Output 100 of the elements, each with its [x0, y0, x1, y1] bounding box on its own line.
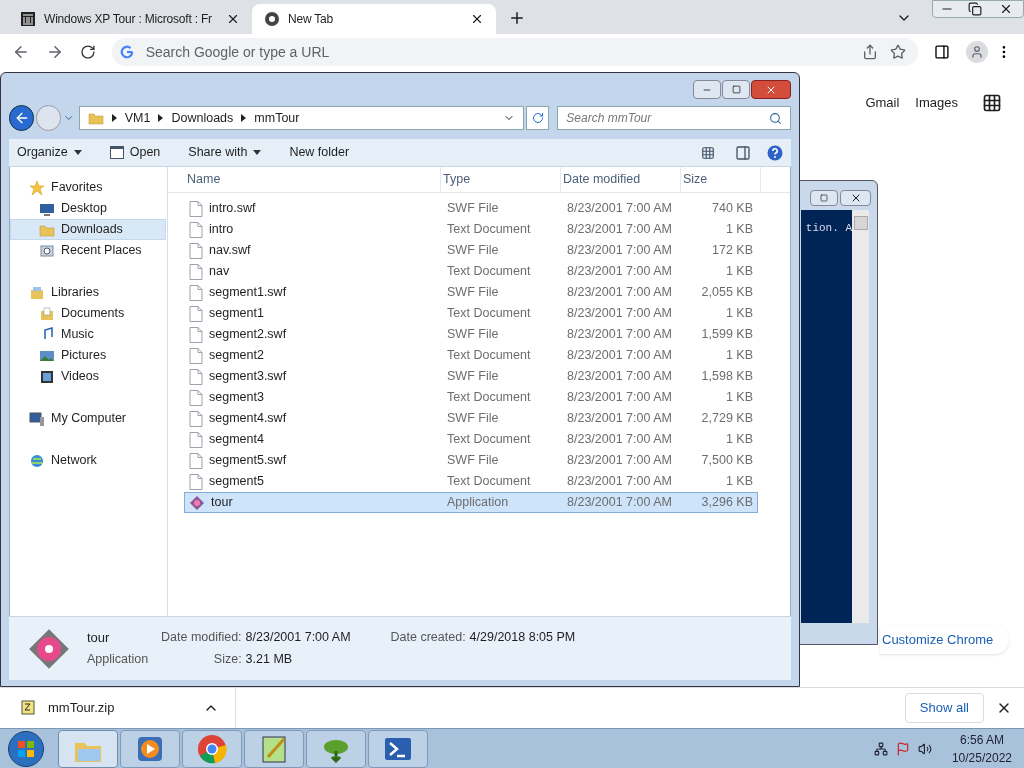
console-text: tion. A — [805, 221, 852, 236]
toolbar-button[interactable]: New folder — [289, 143, 350, 162]
file-name: segment5 — [209, 473, 264, 491]
file-row[interactable]: intro Text Document 8/23/2001 7:00 AM 1 KB — [184, 219, 758, 240]
file-type: Text Document — [446, 389, 532, 407]
file-type: Text Document — [446, 431, 532, 449]
file-type: Text Document — [446, 305, 532, 323]
clock-date[interactable]: 10/25/2022 — [951, 748, 1012, 767]
nav-item[interactable]: Recent Places — [10, 240, 166, 261]
nav-item[interactable]: Favorites — [10, 177, 166, 198]
nav-item[interactable]: Libraries — [10, 282, 166, 303]
nav-item[interactable]: Videos — [10, 366, 166, 387]
details-value: 4/29/2018 8:05 PM — [469, 629, 576, 647]
file-row[interactable]: tour Application 8/23/2001 7:00 AM 3,296 KB — [184, 492, 758, 513]
file-size: 172 KB — [711, 242, 753, 260]
column-header[interactable]: Date modified — [561, 167, 681, 192]
tab-title: Windows XP Tour : Microsoft : Fr — [44, 11, 213, 28]
nav-item[interactable]: Music — [10, 324, 166, 345]
file-row[interactable]: segment5.swf SWF File 8/23/2001 7:00 AM 7,500 KB — [184, 450, 758, 471]
file-date: 8/23/2001 7:00 AM — [566, 473, 673, 491]
omnibox[interactable]: Search Google or type a URL — [111, 38, 919, 66]
file-row[interactable]: nav.swf SWF File 8/23/2001 7:00 AM 172 KB — [184, 240, 758, 261]
column-header[interactable]: Name — [185, 167, 441, 192]
file-size: 1 KB — [724, 347, 753, 365]
file-type: Application — [446, 494, 510, 512]
column-header[interactable]: Type — [441, 167, 561, 192]
file-name: segment4.swf — [209, 410, 287, 428]
file-row[interactable]: segment5 Text Document 8/23/2001 7:00 AM 1 KB — [184, 471, 758, 492]
file-row[interactable]: segment4 Text Document 8/23/2001 7:00 AM 1 KB — [184, 429, 758, 450]
nav-item[interactable]: Downloads — [10, 219, 166, 240]
file-type: SWF File — [446, 410, 500, 428]
tab-title: New Tab — [288, 11, 335, 28]
file-name: tour — [211, 494, 233, 512]
file-date: 8/23/2001 7:00 AM — [566, 389, 673, 407]
file-type: SWF File — [446, 200, 500, 218]
file-name: nav.swf — [209, 242, 251, 260]
file-type: Text Document — [446, 263, 532, 281]
file-row[interactable]: segment3 Text Document 8/23/2001 7:00 AM 1 KB — [184, 387, 758, 408]
show-all-button[interactable]: Show all — [904, 693, 984, 723]
file-date: 8/23/2001 7:00 AM — [566, 305, 673, 323]
header-link[interactable]: Images — [915, 93, 958, 113]
details-label: Date created: — [390, 629, 466, 647]
toolbar-button[interactable]: Organize — [17, 143, 82, 162]
details-value: 3.21 MB — [245, 651, 294, 668]
clock-time[interactable]: 6:56 AM — [959, 730, 1004, 749]
file-date: 8/23/2001 7:00 AM — [566, 410, 673, 428]
breadcrumb-item[interactable]: Downloads — [171, 108, 234, 128]
file-size: 1,598 KB — [700, 368, 753, 386]
file-type: Text Document — [446, 473, 532, 491]
browser-tab[interactable]: New Tab — [252, 4, 496, 34]
file-size: 1 KB — [724, 431, 753, 449]
file-row[interactable]: segment2 Text Document 8/23/2001 7:00 AM 1 KB — [184, 345, 758, 366]
file-name: segment1 — [209, 305, 264, 323]
file-size: 1 KB — [724, 263, 753, 281]
file-date: 8/23/2001 7:00 AM — [566, 347, 673, 365]
file-size: 2,055 KB — [700, 284, 753, 302]
file-row[interactable]: segment1 Text Document 8/23/2001 7:00 AM 1 KB — [184, 303, 758, 324]
file-row[interactable]: nav Text Document 8/23/2001 7:00 AM 1 KB — [184, 261, 758, 282]
file-size: 1,599 KB — [700, 326, 753, 344]
file-date: 8/23/2001 7:00 AM — [566, 200, 673, 218]
nav-item[interactable]: Pictures — [10, 345, 166, 366]
file-date: 8/23/2001 7:00 AM — [566, 221, 673, 239]
file-name: segment2.swf — [209, 326, 287, 344]
breadcrumb-item[interactable]: mmTour — [254, 108, 300, 128]
file-date: 8/23/2001 7:00 AM — [566, 242, 673, 260]
customize-chrome-button[interactable]: Customize Chrome — [880, 626, 1010, 654]
file-type: SWF File — [446, 242, 500, 260]
file-date: 8/23/2001 7:00 AM — [566, 431, 673, 449]
download-filename[interactable]: mmTour.zip — [48, 698, 191, 718]
search-field[interactable]: Search mmTour — [557, 106, 791, 130]
browser-tab[interactable]: Windows XP Tour : Microsoft : Fr — [8, 4, 252, 34]
file-name: segment2 — [209, 347, 264, 365]
nav-item[interactable]: Desktop — [10, 198, 166, 219]
toolbar-button[interactable]: Open — [109, 143, 161, 162]
file-name: nav — [209, 263, 230, 281]
toolbar-button[interactable]: Share with — [188, 143, 262, 162]
file-row[interactable]: segment1.swf SWF File 8/23/2001 7:00 AM 2,055 KB — [184, 282, 758, 303]
file-date: 8/23/2001 7:00 AM — [566, 452, 673, 470]
nav-item[interactable]: Network — [10, 450, 166, 471]
nav-item[interactable]: My Computer — [10, 408, 166, 429]
file-row[interactable]: segment2.swf SWF File 8/23/2001 7:00 AM 1,599 KB — [184, 324, 758, 345]
file-name: segment3 — [209, 389, 264, 407]
file-type: SWF File — [446, 368, 500, 386]
file-type: SWF File — [446, 326, 500, 344]
file-type: Text Document — [446, 347, 532, 365]
column-header[interactable]: Size — [681, 167, 761, 192]
search-input: Search mmTour — [566, 109, 769, 127]
file-name: intro — [209, 221, 234, 239]
nav-item[interactable]: Documents — [10, 303, 166, 324]
file-name: intro.swf — [209, 200, 256, 218]
breadcrumb-item[interactable]: VM1 — [124, 108, 151, 128]
header-link[interactable]: Gmail — [865, 93, 900, 113]
details-type: Application — [87, 651, 147, 669]
file-size: 2,729 KB — [700, 410, 753, 428]
file-date: 8/23/2001 7:00 AM — [566, 263, 673, 281]
file-row[interactable]: segment4.swf SWF File 8/23/2001 7:00 AM 2,729 KB — [184, 408, 758, 429]
file-name: segment3.swf — [209, 368, 287, 386]
address-bar[interactable]: VM1 Downloads mmTour — [78, 106, 525, 130]
file-row[interactable]: intro.swf SWF File 8/23/2001 7:00 AM 740 KB — [184, 198, 758, 219]
file-row[interactable]: segment3.swf SWF File 8/23/2001 7:00 AM 1,598 KB — [184, 366, 758, 387]
